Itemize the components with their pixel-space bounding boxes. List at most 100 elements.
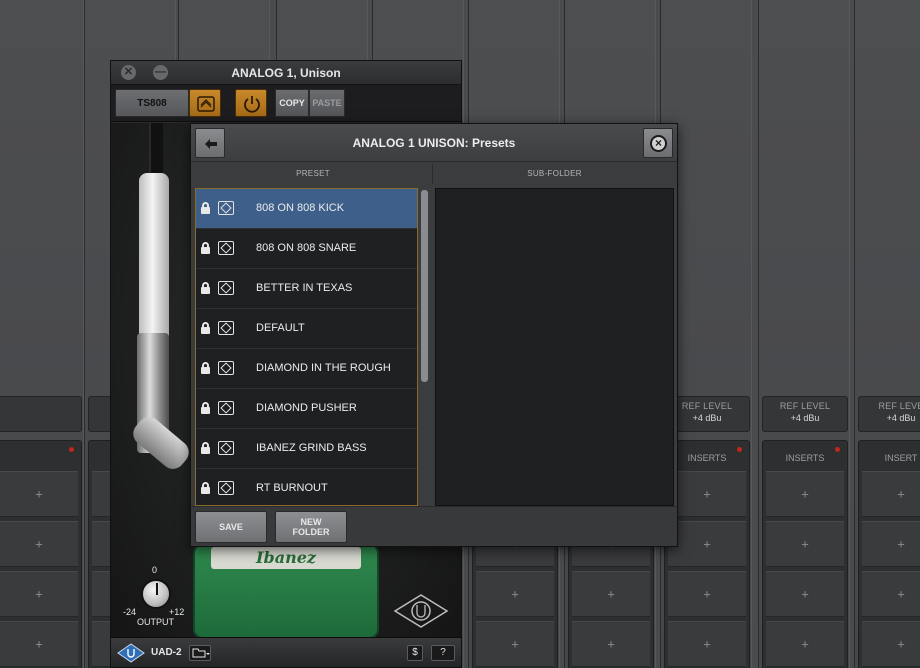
preset-list-item[interactable]: DEFAULT (196, 309, 417, 349)
preset-list-item[interactable]: DIAMOND IN THE ROUGH (196, 349, 417, 389)
mixer-channel: + + + + (0, 0, 84, 668)
inserts-panel: INSERT + + + + (858, 440, 920, 668)
ref-level-box[interactable]: REF LEVEL +4 dBu (762, 396, 848, 432)
preset-list-item[interactable]: BETTER IN TEXAS (196, 269, 417, 309)
preset-name: DIAMOND IN THE ROUGH (256, 362, 391, 374)
preset-list-scrollbar[interactable] (421, 190, 428, 382)
inserts-panel: + + + + (0, 440, 82, 668)
add-insert-icon: + (511, 636, 519, 652)
ref-level-value: +4 dBu (886, 413, 916, 423)
dialog-footer: SAVE NEW FOLDER (191, 506, 677, 546)
new-folder-button[interactable]: NEW FOLDER (275, 511, 347, 543)
inserts-panel: INSERTS + + + + (762, 440, 848, 668)
lock-icon (201, 322, 210, 334)
insert-slot[interactable]: + (668, 621, 746, 667)
uad-label: UAD-2 (151, 647, 182, 658)
dialog-header: ANALOG 1 UNISON: Presets × (191, 124, 677, 162)
insert-slot[interactable]: + (572, 571, 650, 617)
add-insert-icon: + (897, 586, 905, 602)
preset-name: DEFAULT (256, 322, 305, 334)
plugin-title: ANALOG 1, Unison (231, 66, 341, 80)
knob-pointer (156, 583, 158, 595)
paste-button[interactable]: PASTE (309, 89, 345, 117)
insert-slot[interactable]: + (572, 621, 650, 667)
preset-file-icon (218, 321, 234, 335)
folder-menu-button[interactable] (189, 645, 211, 661)
back-button[interactable] (195, 128, 225, 158)
insert-slot[interactable]: + (862, 471, 920, 517)
help-button[interactable]: ? (431, 645, 455, 661)
preset-file-icon (218, 401, 234, 415)
preset-list-item[interactable]: 808 ON 808 KICK (196, 189, 417, 229)
add-insert-icon: + (801, 486, 809, 502)
insert-slot[interactable]: + (766, 621, 844, 667)
preset-list-item[interactable]: DIAMOND PUSHER (196, 389, 417, 429)
ua-badge-icon (117, 643, 145, 663)
power-button[interactable] (235, 89, 267, 117)
insert-slot[interactable]: + (0, 571, 78, 617)
preset-browser-icon (197, 96, 215, 112)
lock-icon (201, 242, 210, 254)
add-insert-icon: + (703, 536, 711, 552)
lock-icon (201, 202, 210, 214)
inserts-label: INSERTS (785, 453, 825, 463)
add-insert-icon: + (703, 636, 711, 652)
insert-slot[interactable]: + (668, 471, 746, 517)
dollar-button[interactable]: $ (407, 645, 423, 661)
insert-slot[interactable]: + (0, 471, 78, 517)
pedal-brand-logo: Ibanez (211, 547, 361, 569)
preset-list[interactable]: 808 ON 808 KICK 808 ON 808 SNARE BETTER IN… (195, 188, 418, 506)
add-insert-icon: + (511, 586, 519, 602)
ref-level-box[interactable] (0, 396, 82, 432)
insert-slot[interactable]: + (766, 571, 844, 617)
subfolder-pane[interactable] (435, 188, 674, 506)
inserts-label: INSERT (884, 453, 918, 463)
preset-list-item[interactable]: IBANEZ GRIND BASS (196, 429, 417, 469)
lock-icon (201, 362, 210, 374)
insert-slot[interactable]: + (766, 471, 844, 517)
insert-slot[interactable]: + (862, 621, 920, 667)
insert-slot[interactable]: + (0, 521, 78, 567)
inserts-led-indicator (69, 447, 74, 452)
insert-slot[interactable]: + (862, 521, 920, 567)
preset-list-item[interactable]: 808 ON 808 SNARE (196, 229, 417, 269)
save-button[interactable]: SAVE (195, 511, 267, 543)
close-icon: × (650, 135, 667, 152)
add-insert-icon: + (897, 486, 905, 502)
copy-button[interactable]: COPY (275, 89, 309, 117)
power-icon (244, 96, 260, 113)
subfolder-column-header: SUB-FOLDER (527, 169, 582, 178)
insert-slot[interactable]: + (0, 621, 78, 667)
inserts-led-indicator (835, 447, 840, 452)
preset-file-icon (218, 441, 234, 455)
add-insert-icon: + (703, 486, 711, 502)
knob-mid-label: 0 (152, 565, 158, 575)
preset-browser-toggle-button[interactable] (189, 89, 221, 117)
add-insert-icon: + (35, 586, 43, 602)
preset-file-icon (218, 241, 234, 255)
preset-file-icon (218, 201, 234, 215)
ref-level-box[interactable]: REF LEVE +4 dBu (858, 396, 920, 432)
insert-slot[interactable]: + (476, 571, 554, 617)
insert-slot[interactable]: + (668, 521, 746, 567)
mixer-channel: REF LEVE +4 dBu INSERT + + + + (854, 0, 920, 668)
lock-icon (201, 442, 210, 454)
output-knob[interactable] (141, 579, 171, 609)
preset-list-item[interactable]: RT BURNOUT (196, 469, 417, 505)
dialog-title: ANALOG 1 UNISON: Presets (352, 136, 516, 150)
preset-name: RT BURNOUT (256, 482, 328, 494)
insert-slot[interactable]: + (862, 571, 920, 617)
insert-slot[interactable]: + (476, 621, 554, 667)
preset-file-icon (218, 281, 234, 295)
insert-slot[interactable]: + (668, 571, 746, 617)
plugin-title-bar[interactable]: ✕ — ANALOG 1, Unison (111, 61, 461, 85)
add-insert-icon: + (35, 636, 43, 652)
add-insert-icon: + (801, 586, 809, 602)
preset-name: BETTER IN TEXAS (256, 282, 353, 294)
lock-icon (201, 282, 210, 294)
preset-name-button[interactable]: TS808 (115, 89, 189, 117)
dialog-close-button[interactable]: × (643, 128, 673, 158)
ua-logo-icon (393, 594, 449, 628)
add-insert-icon: + (703, 586, 711, 602)
insert-slot[interactable]: + (766, 521, 844, 567)
